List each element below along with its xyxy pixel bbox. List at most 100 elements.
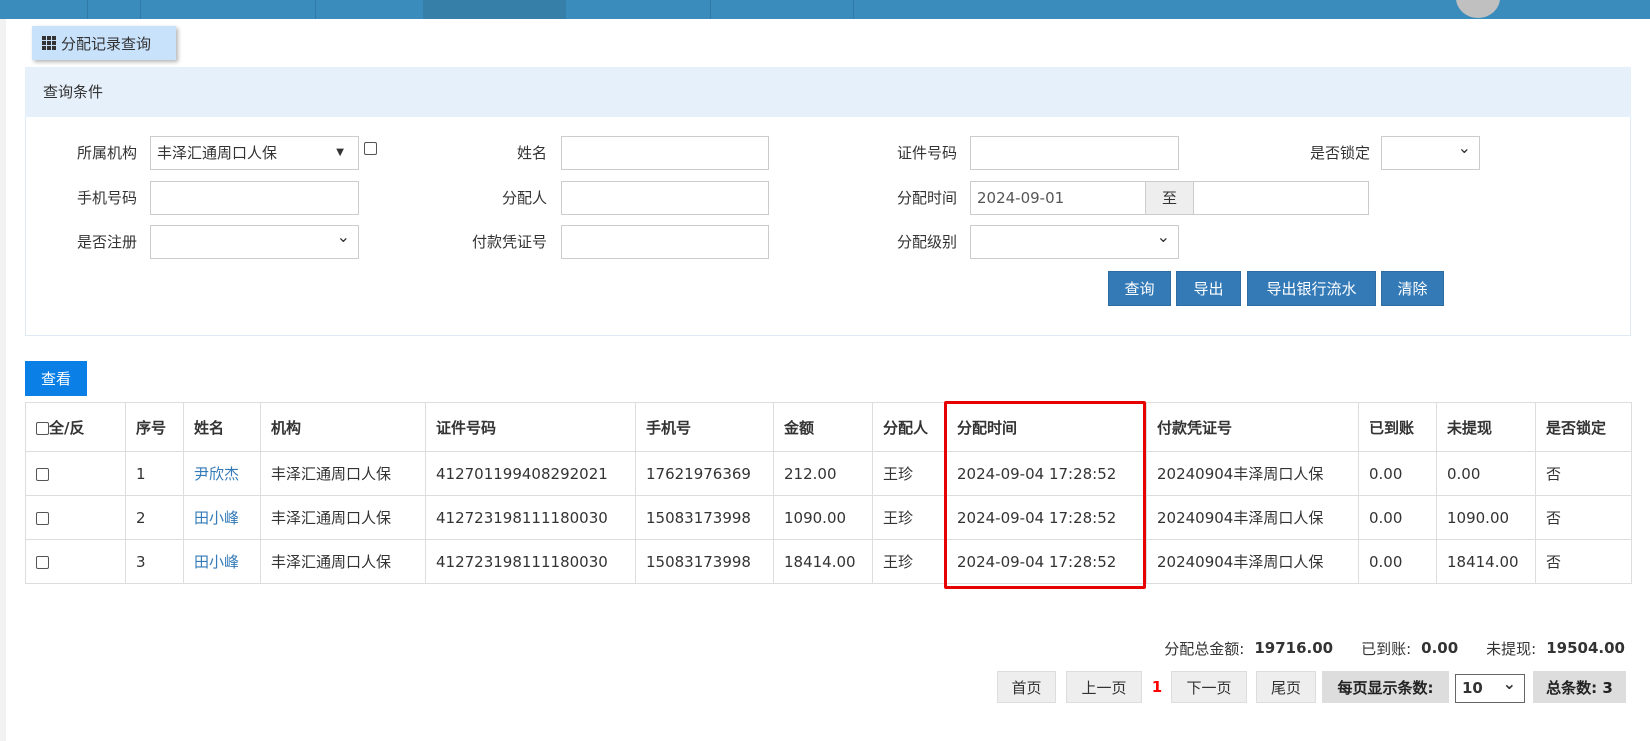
header-voucher: 付款凭证号 [1146,402,1359,452]
export-bank-flow-button[interactable]: 导出银行流水 [1247,271,1376,306]
next-page-button[interactable]: 下一页 [1171,671,1247,703]
cell-index: 3 [125,539,184,584]
cell-amount: 1090.00 [773,495,873,540]
nav-divider [315,0,316,19]
nav-divider [853,0,854,19]
export-button[interactable]: 导出 [1176,271,1241,306]
time-from-input[interactable]: 2024-09-01 [970,181,1146,215]
query-panel-title: 查询条件 [25,67,1631,117]
highlight-box [944,401,1146,589]
cell-unwithdrawn: 0.00 [1436,451,1536,496]
caret-down-icon: ▼ [336,147,344,158]
org-select[interactable]: 丰泽汇通周口人保 ▼ [150,136,359,170]
level-label: 分配级别 [896,233,957,251]
row-checkbox[interactable] [36,511,49,525]
cell-phone: 15083173998 [635,495,774,540]
unwithdrawn-label: 未提现: [1486,639,1537,658]
table-header-row: 全/反 序号 姓名 机构 证件号码 手机号 金额 分配人 分配时间 付款凭证号 … [25,402,1632,452]
cell-id-number: 412723198111180030 [425,495,636,540]
grid-icon [42,36,56,50]
cell-locked: 否 [1535,495,1632,540]
header-select-all[interactable]: 全/反 [25,402,126,452]
clear-button[interactable]: 清除 [1381,271,1444,306]
view-button[interactable]: 查看 [25,361,87,396]
last-page-button[interactable]: 尾页 [1256,671,1316,703]
tab-allocation-records[interactable]: 分配记录查询 [32,26,176,60]
header-locked: 是否锁定 [1535,402,1632,452]
cell-org: 丰泽汇通周口人保 [260,539,426,584]
nav-divider [87,0,88,19]
row-checkbox[interactable] [36,555,49,569]
assigner-label: 分配人 [501,189,547,207]
arrived-value: 0.00 [1421,639,1459,657]
current-page: 1 [1151,678,1163,696]
header-unwithdrawn: 未提现 [1436,402,1536,452]
assigner-input[interactable] [561,181,769,215]
row-select-cell[interactable] [25,451,126,496]
cell-assigner: 王珍 [872,451,947,496]
cell-phone: 15083173998 [635,539,774,584]
locked-select[interactable] [1381,132,1480,170]
phone-input[interactable] [150,181,359,215]
voucher-label: 付款凭证号 [471,233,547,251]
total-value: 19716.00 [1254,639,1334,657]
name-link[interactable]: 田小峰 [194,509,239,527]
name-input[interactable] [561,136,769,170]
name-link[interactable]: 尹欣杰 [194,465,239,483]
name-link[interactable]: 田小峰 [194,553,239,571]
row-checkbox[interactable] [36,467,49,481]
cell-name[interactable]: 尹欣杰 [183,451,261,496]
cell-phone: 17621976369 [635,451,774,496]
time-range-separator: 至 [1145,181,1194,215]
level-select[interactable] [970,221,1179,259]
records-table: 全/反 序号 姓名 机构 证件号码 手机号 金额 分配人 分配时间 付款凭证号 … [25,402,1632,584]
summary: 分配总金额: 19716.00 已到账: 0.00 未提现: 19504.00 [1164,635,1625,661]
left-edge [0,19,6,741]
first-page-button[interactable]: 首页 [997,671,1056,703]
registered-label: 是否注册 [76,233,137,251]
header-assigner: 分配人 [872,402,947,452]
per-page-select[interactable]: 10 [1455,670,1525,703]
cell-index: 2 [125,495,184,540]
cell-locked: 否 [1535,451,1632,496]
org-value: 丰泽汇通周口人保 [157,144,278,162]
time-label: 分配时间 [896,189,957,207]
cell-name[interactable]: 田小峰 [183,539,261,584]
prev-page-button[interactable]: 上一页 [1066,671,1142,703]
id-label: 证件号码 [896,144,957,162]
query-button[interactable]: 查询 [1108,271,1171,306]
cell-org: 丰泽汇通周口人保 [260,451,426,496]
cell-id-number: 412701199408292021 [425,451,636,496]
name-label: 姓名 [516,144,547,162]
header-org: 机构 [260,402,426,452]
cell-arrived: 0.00 [1358,495,1437,540]
header-label: 全/反 [49,418,85,437]
total-label: 分配总金额: [1164,639,1245,658]
top-nav-bar [0,0,1650,19]
cell-id-number: 412723198111180030 [425,539,636,584]
header-index: 序号 [125,402,184,452]
registered-select[interactable] [150,221,359,259]
cell-amount: 212.00 [773,451,873,496]
cell-index: 1 [125,451,184,496]
select-all-checkbox[interactable] [36,421,49,435]
nav-tab-active[interactable] [423,0,566,19]
voucher-input[interactable] [561,225,769,259]
cell-amount: 18414.00 [773,539,873,584]
row-select-cell[interactable] [25,539,126,584]
cell-assigner: 王珍 [872,539,947,584]
org-include-sub-checkbox[interactable] [364,142,377,155]
time-to-input[interactable] [1193,181,1369,215]
header-phone: 手机号 [635,402,774,452]
cell-name[interactable]: 田小峰 [183,495,261,540]
row-select-cell[interactable] [25,495,126,540]
header-id-number: 证件号码 [425,402,636,452]
cell-locked: 否 [1535,539,1632,584]
cell-org: 丰泽汇通周口人保 [260,495,426,540]
id-input[interactable] [970,136,1179,170]
unwithdrawn-value: 19504.00 [1546,639,1625,657]
arrived-label: 已到账: [1361,639,1412,658]
table-row: 2 田小峰 丰泽汇通周口人保 412723198111180030 1508317399… [25,495,1632,540]
header-name: 姓名 [183,402,261,452]
table-row: 1 尹欣杰 丰泽汇通周口人保 412701199408292021 1762197636… [25,451,1632,496]
